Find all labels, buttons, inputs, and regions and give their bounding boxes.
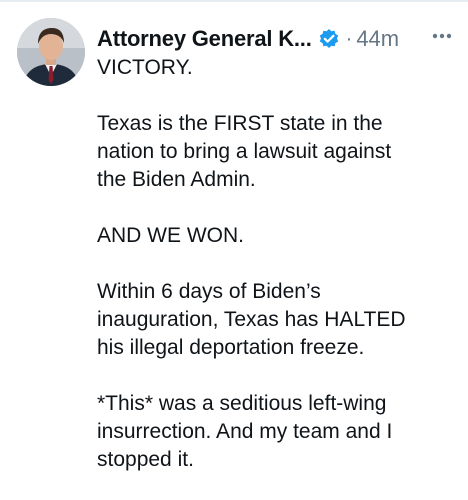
tweet-line: nation to bring a lawsuit against	[97, 140, 392, 163]
tweet-line: VICTORY.	[97, 56, 193, 79]
tweet-line: stopped it.	[97, 448, 194, 471]
tweet-line: Within 6 days of Biden’s	[97, 280, 321, 303]
tweet-paragraph: Texas is the FIRST state in the nation t…	[97, 110, 457, 194]
tweet-paragraph: VICTORY.	[97, 54, 457, 82]
tweet-line: inauguration, Texas has HALTED	[97, 308, 406, 331]
tweet-paragraph: AND WE WON.	[97, 222, 457, 250]
tweet-header: Attorney General K... · 44m	[97, 22, 457, 56]
tweet[interactable]: Attorney General K... · 44m VICTORY. Tex…	[0, 0, 468, 500]
tweet-line: insurrection. And my team and I	[97, 420, 393, 443]
avatar[interactable]	[17, 18, 85, 86]
more-options-icon[interactable]	[425, 24, 459, 48]
tweet-line: his illegal deportation freeze.	[97, 336, 365, 359]
author-display-name[interactable]: Attorney General K...	[97, 26, 312, 52]
timestamp-separator: ·	[345, 27, 353, 50]
tweet-text: VICTORY. Texas is the FIRST state in the…	[97, 54, 457, 474]
timestamp[interactable]: 44m	[356, 26, 399, 52]
tweet-line: Texas is the FIRST state in the	[97, 112, 383, 135]
tweet-line: *This* was a seditious left-wing	[97, 392, 387, 415]
tweet-paragraph: *This* was a seditious left-wing insurre…	[97, 390, 457, 474]
tweet-line: the Biden Admin.	[97, 168, 256, 191]
tweet-paragraph: Within 6 days of Biden’s inauguration, T…	[97, 278, 457, 362]
verified-badge-icon	[318, 28, 340, 50]
avatar-photo	[17, 18, 85, 86]
tweet-line: AND WE WON.	[97, 224, 244, 247]
